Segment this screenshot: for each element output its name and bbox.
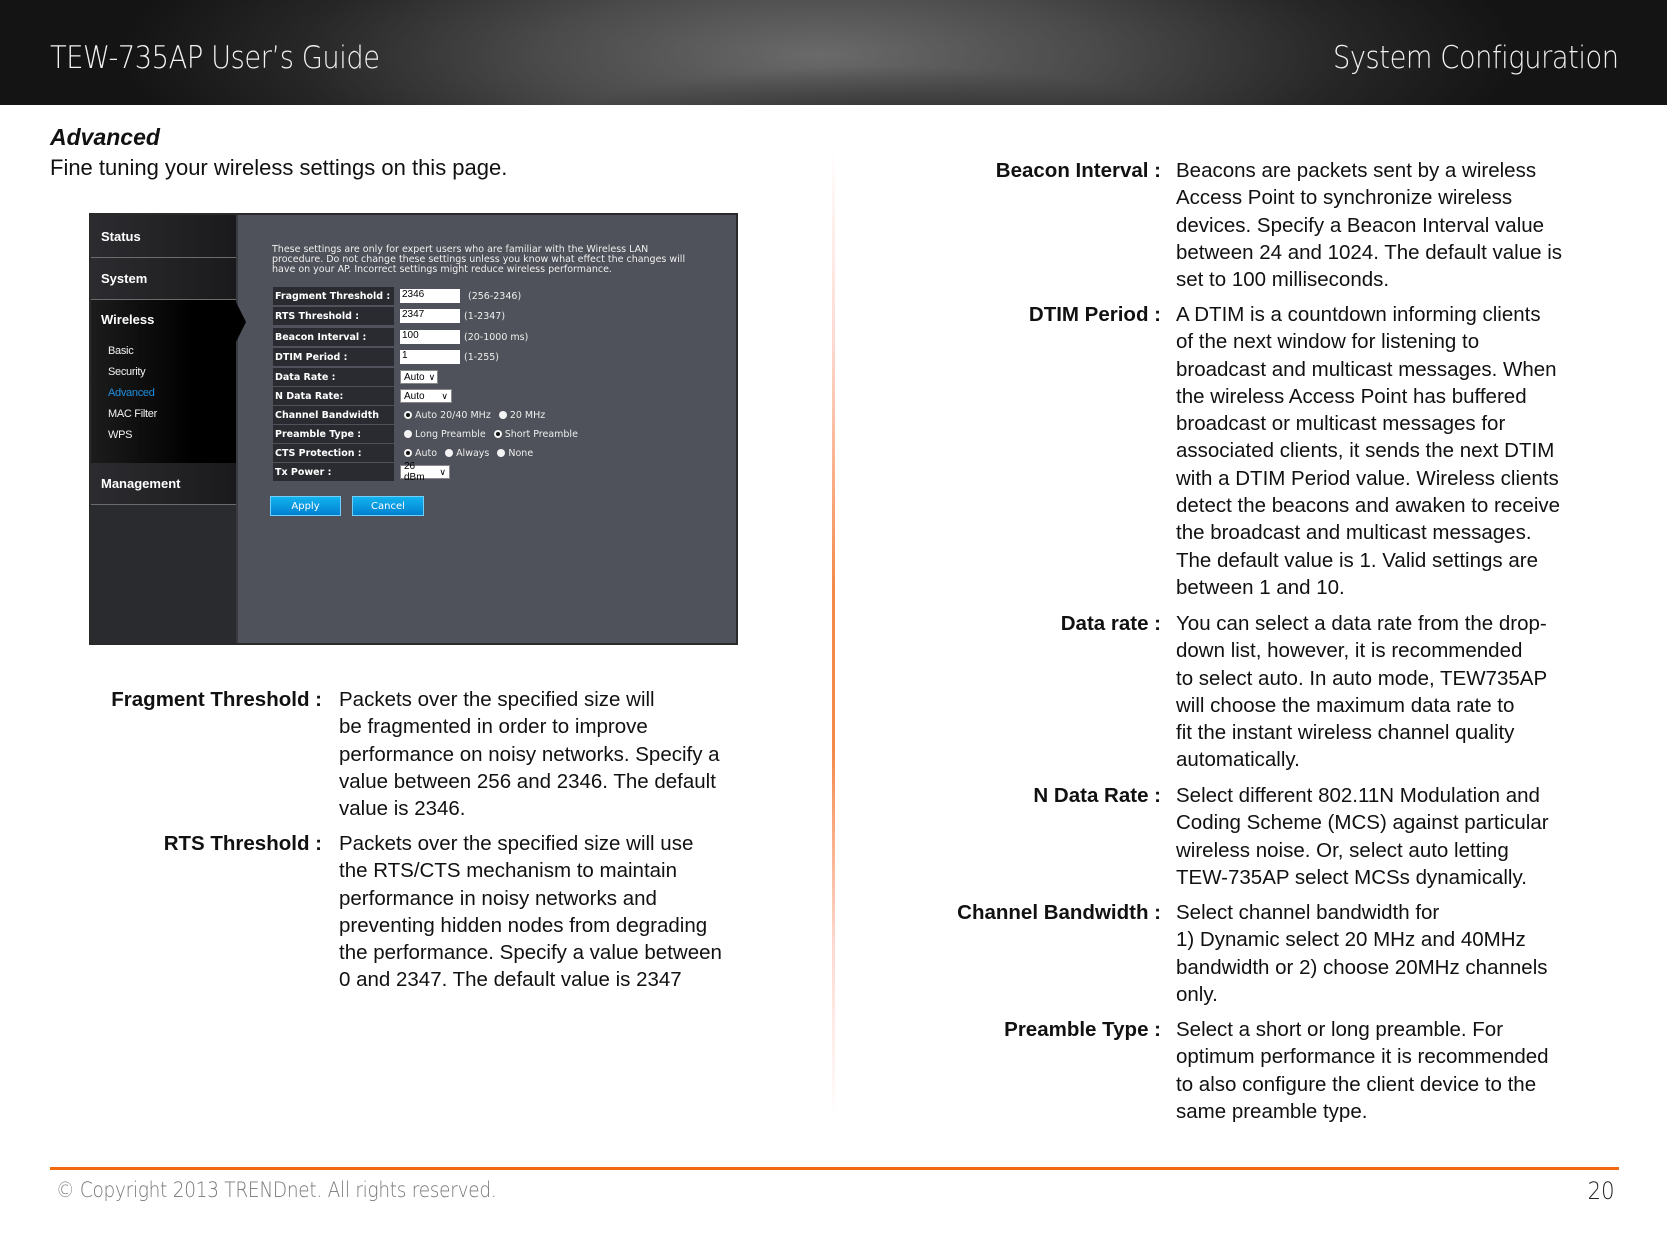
channel-bandwidth-radio-group: Auto 20/40 MHz 20 MHz: [404, 410, 553, 421]
definition-description: Select different 802.11N Modulation and …: [1176, 784, 1549, 889]
footer-rule: [50, 1167, 1619, 1170]
preamble-type-row: Preamble Type : Long Preamble Short Prea…: [273, 425, 586, 443]
cancel-button[interactable]: Cancel: [352, 496, 424, 516]
rts-threshold-row: RTS Threshold : 2347 (1-2347): [273, 307, 505, 325]
fragment-threshold-range: (256-2346): [468, 290, 522, 302]
sidebar-item-status[interactable]: Status: [91, 215, 236, 258]
radio-long-preamble[interactable]: [404, 430, 412, 438]
radio-label: None: [508, 447, 534, 459]
dtim-period-row: DTIM Period : 1 (1-255): [273, 348, 499, 366]
sidebar-subitem-mac-filter[interactable]: MAC Filter: [108, 408, 157, 420]
sidebar-group-wireless: Wireless Basic Security Advanced MAC Fil…: [91, 300, 236, 464]
definition-term: Channel Bandwidth :: [957, 901, 1161, 924]
data-rate-label: Data Rate :: [273, 368, 394, 386]
router-ui-screenshot: Status System Wireless Basic Security Ad…: [89, 213, 738, 645]
router-sidebar: Status System Wireless Basic Security Ad…: [91, 215, 238, 643]
rts-threshold-input[interactable]: 2347: [400, 309, 460, 323]
cts-protection-label: CTS Protection :: [273, 444, 394, 462]
definition-term: N Data Rate :: [1033, 784, 1161, 807]
tx-power-select[interactable]: 26 dBm ∨: [400, 461, 450, 483]
sidebar-item-wireless[interactable]: Wireless: [101, 312, 154, 327]
channel-bandwidth-row: Channel Bandwidth Auto 20/40 MHz 20 MHz: [273, 406, 553, 424]
definition-term: Beacon Interval :: [995, 159, 1161, 182]
copyright-notice: © Copyright 2013 TRENDnet. All rights re…: [56, 1178, 497, 1202]
beacon-interval-range: (20-1000 ms): [464, 331, 529, 343]
column-divider: [832, 150, 835, 1120]
sidebar-subitem-advanced[interactable]: Advanced: [108, 387, 155, 399]
n-data-rate-label: N Data Rate:: [273, 387, 394, 405]
sidebar-subitem-security[interactable]: Security: [108, 366, 146, 378]
definition-description: Packets over the specified size will use…: [339, 832, 722, 992]
definition-term: Fragment Threshold :: [111, 688, 322, 711]
fragment-threshold-input[interactable]: 2346: [400, 289, 460, 303]
preamble-type-radio-group: Long Preamble Short Preamble: [404, 429, 586, 440]
definition-term: DTIM Period :: [1028, 303, 1161, 326]
fragment-threshold-row: Fragment Threshold : 2346 (256-2346): [273, 287, 521, 305]
page-number: 20: [1588, 1177, 1615, 1205]
apply-button[interactable]: Apply: [270, 496, 341, 516]
cts-protection-row: CTS Protection : Auto Always None: [273, 444, 541, 462]
radio-short-preamble[interactable]: [493, 430, 502, 438]
tx-power-value: 26 dBm: [404, 461, 425, 483]
beacon-interval-input[interactable]: 100: [400, 330, 460, 344]
beacon-interval-row: Beacon Interval : 100 (20-1000 ms): [273, 328, 528, 346]
radio-label: 20 MHz: [509, 409, 546, 421]
page-description: Fine tuning your wireless settings on th…: [50, 155, 508, 180]
definition-term: Data rate :: [1060, 612, 1161, 635]
page-heading: Advanced: [50, 124, 160, 150]
definition-term: Preamble Type :: [1004, 1018, 1161, 1041]
router-content: These settings are only for expert users…: [238, 215, 736, 643]
sidebar-item-system[interactable]: System: [91, 258, 236, 300]
radio-20mhz[interactable]: [498, 411, 507, 419]
definition-description: You can select a data rate from the drop…: [1176, 612, 1548, 772]
definition-description: A DTIM is a countdown informing clients …: [1176, 303, 1561, 599]
dtim-period-label: DTIM Period :: [273, 348, 394, 366]
preamble-type-label: Preamble Type :: [273, 425, 394, 443]
radio-label: Auto: [415, 447, 438, 459]
radio-label: Always: [456, 447, 490, 459]
radio-cts-auto[interactable]: [404, 449, 412, 457]
dtim-period-input[interactable]: 1: [400, 350, 460, 364]
rts-threshold-range: (1-2347): [464, 310, 506, 322]
n-data-rate-row: N Data Rate: Auto ∨: [273, 387, 452, 405]
channel-bandwidth-label: Channel Bandwidth: [273, 406, 394, 424]
beacon-interval-label: Beacon Interval :: [273, 328, 394, 346]
header-banner: TEW-735AP User’s Guide System Configurat…: [0, 0, 1667, 105]
fragment-threshold-label: Fragment Threshold :: [273, 287, 394, 305]
document-title: TEW-735AP User’s Guide: [50, 40, 380, 76]
sidebar-subitem-wps[interactable]: WPS: [108, 429, 132, 441]
cts-protection-radio-group: Auto Always None: [404, 448, 541, 459]
radio-cts-always[interactable]: [445, 449, 454, 457]
n-data-rate-value: Auto: [404, 390, 425, 402]
definition-description: Packets over the specified size will be …: [339, 688, 720, 821]
definition-description: Select channel bandwidth for 1) Dynamic …: [1176, 901, 1548, 1006]
sidebar-subitem-basic[interactable]: Basic: [108, 345, 134, 357]
data-rate-select[interactable]: Auto ∨: [400, 370, 438, 384]
definition-description: Select a short or long preamble. For opt…: [1176, 1018, 1549, 1123]
expert-warning-note: These settings are only for expert users…: [272, 244, 686, 275]
definition-description: Beacons are packets sent by a wireless A…: [1176, 159, 1562, 292]
radio-label: Short Preamble: [504, 428, 578, 440]
radio-auto-20-40[interactable]: [404, 411, 412, 419]
radio-label: Long Preamble: [415, 428, 486, 440]
tx-power-row: Tx Power : 26 dBm ∨: [273, 461, 450, 483]
radio-cts-none[interactable]: [497, 449, 506, 457]
chevron-down-icon: ∨: [441, 390, 448, 401]
data-rate-row: Data Rate : Auto ∨: [273, 368, 438, 386]
chevron-down-icon: ∨: [439, 466, 446, 477]
radio-label: Auto 20/40 MHz: [415, 409, 491, 421]
sidebar-item-management[interactable]: Management: [91, 463, 236, 505]
dtim-period-range: (1-255): [464, 351, 500, 363]
rts-threshold-label: RTS Threshold :: [273, 307, 394, 325]
data-rate-value: Auto: [404, 371, 425, 383]
definition-term: RTS Threshold :: [163, 832, 322, 855]
chevron-down-icon: ∨: [428, 371, 436, 382]
section-title: System Configuration: [1333, 40, 1619, 76]
n-data-rate-select[interactable]: Auto ∨: [400, 389, 452, 403]
tx-power-label: Tx Power :: [273, 463, 394, 481]
